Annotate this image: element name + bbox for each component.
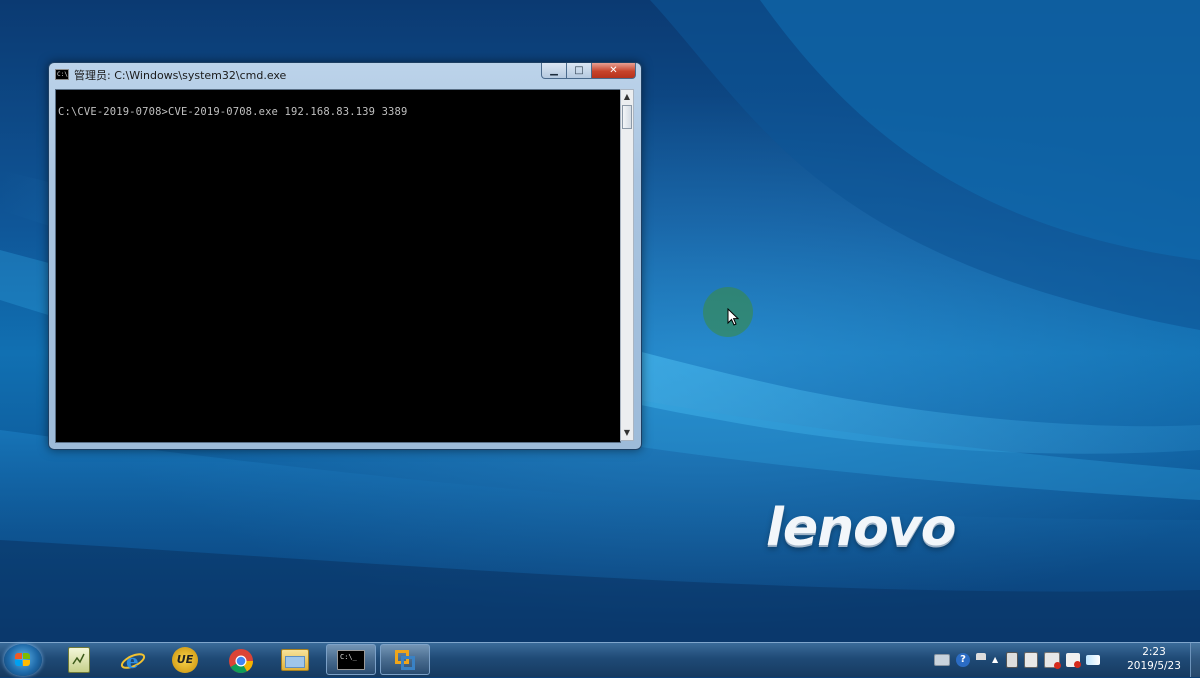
video-icon[interactable]: [1006, 652, 1018, 668]
chevron-up-icon[interactable]: ▲: [992, 653, 1000, 667]
taskbar-clock[interactable]: 2:23 2019/5/23: [1120, 645, 1188, 673]
flag-icon[interactable]: [976, 653, 986, 667]
window-title: 管理员: C:\Windows\system32\cmd.exe: [74, 69, 287, 82]
taskbar-vmware[interactable]: [380, 644, 430, 675]
volume-muted-icon[interactable]: [1066, 653, 1081, 668]
windows-logo-icon: [15, 653, 31, 667]
taskbar-ultraedit[interactable]: UE: [160, 644, 210, 675]
lenovo-logo: lenovo: [766, 498, 956, 558]
taskbar: e UE C:\_ ? ▲ 2:23 2019/5/23: [0, 642, 1200, 677]
taskbar-internet-explorer[interactable]: e: [107, 644, 157, 675]
vmware-icon: [393, 648, 417, 672]
ultraedit-label: UE: [176, 653, 194, 666]
internet-explorer-icon: e: [120, 648, 146, 673]
window-controls: ▁ □ ✕: [541, 63, 636, 80]
close-button[interactable]: ✕: [592, 63, 636, 79]
clock-time: 2:23: [1142, 646, 1166, 658]
window-titlebar[interactable]: C:\ 管理员: C:\Windows\system32\cmd.exe ▁ □…: [49, 63, 641, 85]
taskbar-chrome[interactable]: [215, 644, 265, 675]
system-tray: ? ▲: [934, 651, 1100, 669]
minimize-button[interactable]: ▁: [541, 63, 567, 79]
ultraedit-icon: UE: [172, 646, 198, 673]
cmd-window-icon[interactable]: C:\: [55, 69, 69, 80]
scroll-up-icon[interactable]: ▲: [621, 90, 633, 104]
show-desktop-button[interactable]: [1190, 643, 1200, 677]
cmd-window[interactable]: C:\ 管理员: C:\Windows\system32\cmd.exe ▁ □…: [48, 62, 642, 450]
cmd-icon: C:\_: [337, 649, 365, 670]
clock-date: 2019/5/23: [1127, 660, 1181, 672]
help-icon[interactable]: ?: [956, 653, 970, 667]
signal-icon[interactable]: [1086, 655, 1100, 665]
pc-icon[interactable]: [1024, 652, 1038, 668]
mouse-cursor-icon: [727, 308, 739, 326]
notepad-icon: [68, 646, 90, 673]
maximize-button[interactable]: □: [567, 63, 592, 79]
scroll-down-icon[interactable]: ▼: [621, 426, 633, 440]
keyboard-icon[interactable]: [934, 654, 950, 666]
console-command-line: C:\CVE-2019-0708>CVE-2019-0708.exe 192.1…: [58, 106, 408, 118]
start-button[interactable]: [4, 644, 42, 676]
scrollbar-thumb[interactable]: [622, 105, 632, 129]
cmd-icon-label: C:\_: [340, 652, 357, 661]
taskbar-file-explorer[interactable]: [270, 644, 320, 675]
vertical-scrollbar[interactable]: ▲ ▼: [620, 89, 634, 441]
console-output[interactable]: C:\CVE-2019-0708>CVE-2019-0708.exe 192.1…: [55, 89, 621, 443]
file-explorer-icon: [281, 648, 309, 671]
taskbar-cmd[interactable]: C:\_: [326, 644, 376, 675]
svg-text:e: e: [126, 649, 139, 673]
chrome-icon: [228, 648, 253, 673]
network-warning-icon[interactable]: [1044, 652, 1061, 669]
taskbar-notepad[interactable]: [54, 644, 104, 675]
